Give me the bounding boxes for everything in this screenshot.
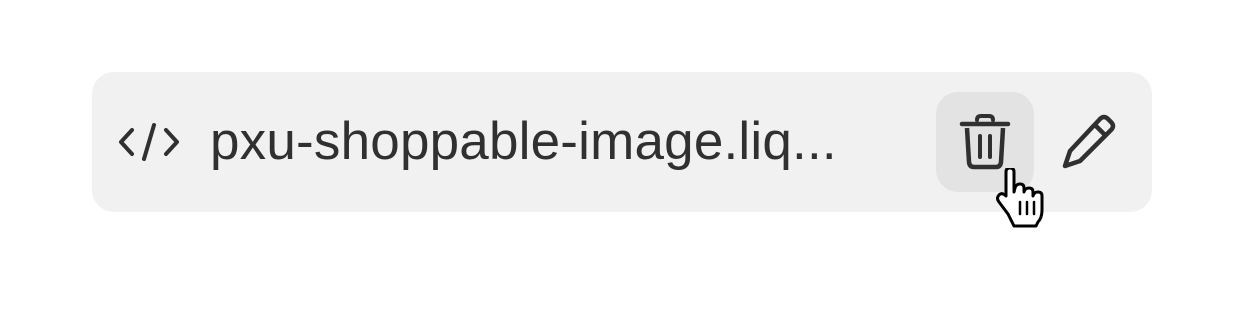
delete-button[interactable] — [936, 92, 1034, 192]
edit-button[interactable] — [1050, 92, 1130, 192]
code-icon — [119, 123, 179, 161]
trash-icon — [959, 114, 1011, 170]
pencil-icon — [1062, 114, 1116, 169]
file-row: pxu-shoppable-image.liq... — [92, 72, 1152, 212]
file-name: pxu-shoppable-image.liq... — [210, 112, 837, 171]
